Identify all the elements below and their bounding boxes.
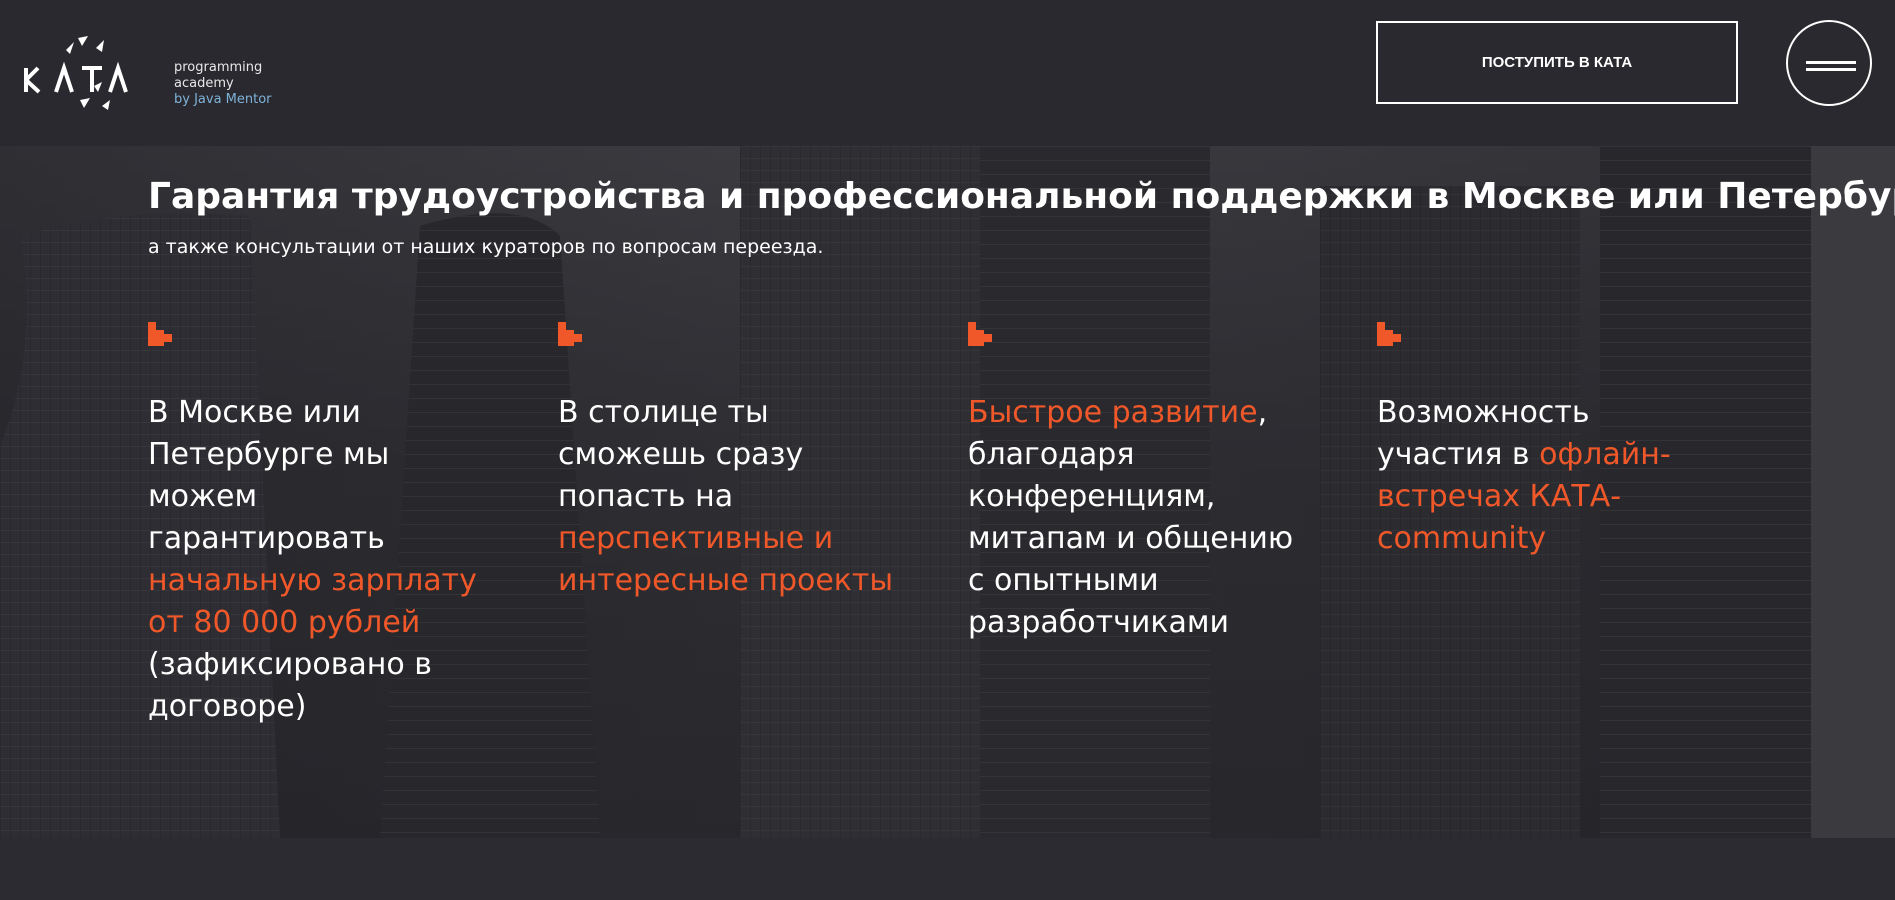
hamburger-icon-line (1806, 68, 1856, 71)
feature-text-start: В столице ты сможешь сразу попасть на (558, 395, 804, 514)
feature-text: В столице ты сможешь сразу попасть на пе… (558, 392, 903, 602)
section-bottom-band (0, 838, 1895, 900)
site-header: programming academy by Java Mentor ПОСТУ… (0, 0, 1895, 146)
logo-caption: programming academy by Java Mentor (174, 60, 272, 108)
pixel-marker-icon (558, 322, 582, 358)
kata-logo-mark (24, 36, 128, 110)
feature-text-start: В Москве или Петербурге мы можем гаранти… (148, 395, 390, 556)
feature-projects: В столице ты сможешь сразу попасть на пе… (558, 322, 903, 598)
pixel-marker-icon (968, 322, 992, 358)
feature-text: Быстрое развитие, благодаря конференциям… (968, 392, 1313, 644)
hero-right-edge (1811, 146, 1895, 838)
hamburger-icon (1806, 61, 1856, 64)
section-subtitle: а также консультации от наших кураторов … (148, 236, 824, 258)
feature-highlight: Быстрое развитие (968, 395, 1258, 430)
feature-text: Возможность участия в офлайн-встречах КА… (1377, 392, 1722, 560)
logo-line-programming: programming (174, 60, 263, 75)
logo-line-academy: academy (174, 76, 234, 91)
enroll-button[interactable]: ПОСТУПИТЬ В КАТА (1376, 21, 1738, 104)
kata-logo[interactable]: programming academy by Java Mentor (18, 20, 278, 110)
menu-button[interactable] (1786, 20, 1872, 106)
logo-line-mentor: by Java Mentor (174, 92, 272, 107)
feature-text-end: , благодаря конференциям, митапам и обще… (968, 395, 1294, 640)
pixel-marker-icon (148, 322, 172, 358)
section-title: Гарантия трудоустройства и профессиональ… (148, 176, 1895, 217)
feature-text: В Москве или Петербурге мы можем гаранти… (148, 392, 493, 728)
feature-salary: В Москве или Петербурге мы можем гаранти… (148, 322, 493, 724)
feature-text-end: (зафиксировано в договоре) (148, 647, 432, 724)
feature-growth: Быстрое развитие, благодаря конференциям… (968, 322, 1313, 640)
feature-highlight: начальную зарплату от 80 000 рублей (148, 563, 477, 640)
pixel-marker-icon (1377, 322, 1401, 358)
feature-highlight: перспективные и интересные проекты (558, 521, 894, 598)
feature-community: Возможность участия в офлайн-встречах КА… (1377, 322, 1722, 556)
